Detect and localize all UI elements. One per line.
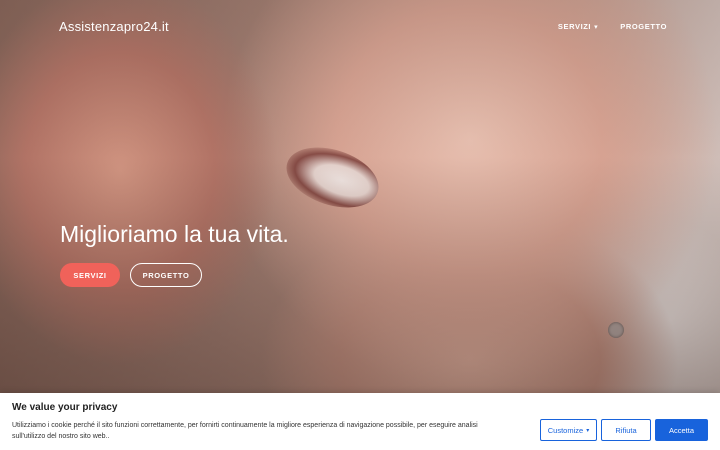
site-logo[interactable]: Assistenzapro24.it	[59, 19, 169, 34]
servizi-button[interactable]: SERVIZI	[60, 263, 120, 287]
cookie-banner-title: We value your privacy	[12, 402, 118, 413]
hero-background	[0, 0, 720, 393]
caret-down-icon: ▾	[586, 427, 590, 434]
nav-item-servizi[interactable]: SERVIZI ▾	[558, 22, 598, 31]
customize-label: Customize	[547, 425, 584, 435]
main-nav: SERVIZI ▾ PROGETTO	[558, 22, 667, 31]
reject-button[interactable]: Rifiuta	[601, 419, 651, 441]
chevron-down-icon: ▾	[594, 23, 599, 31]
accept-button[interactable]: Accetta	[655, 419, 708, 441]
hero-headline: Miglioriamo la tua vita.	[60, 221, 289, 247]
customize-button[interactable]: Customize ▾	[540, 419, 597, 441]
hero-cta-group: SERVIZI PROGETTO	[60, 263, 202, 287]
nav-item-label: PROGETTO	[620, 22, 667, 31]
progetto-button[interactable]: PROGETTO	[130, 263, 202, 287]
nav-item-label: SERVIZI	[557, 22, 592, 31]
cookie-banner-text: Utilizziamo i cookie perché il sito funz…	[12, 422, 478, 440]
nav-item-progetto[interactable]: PROGETTO	[620, 22, 667, 31]
cookie-banner: We value your privacy Utilizziamo i cook…	[0, 393, 720, 450]
hero-overlay	[0, 0, 720, 393]
